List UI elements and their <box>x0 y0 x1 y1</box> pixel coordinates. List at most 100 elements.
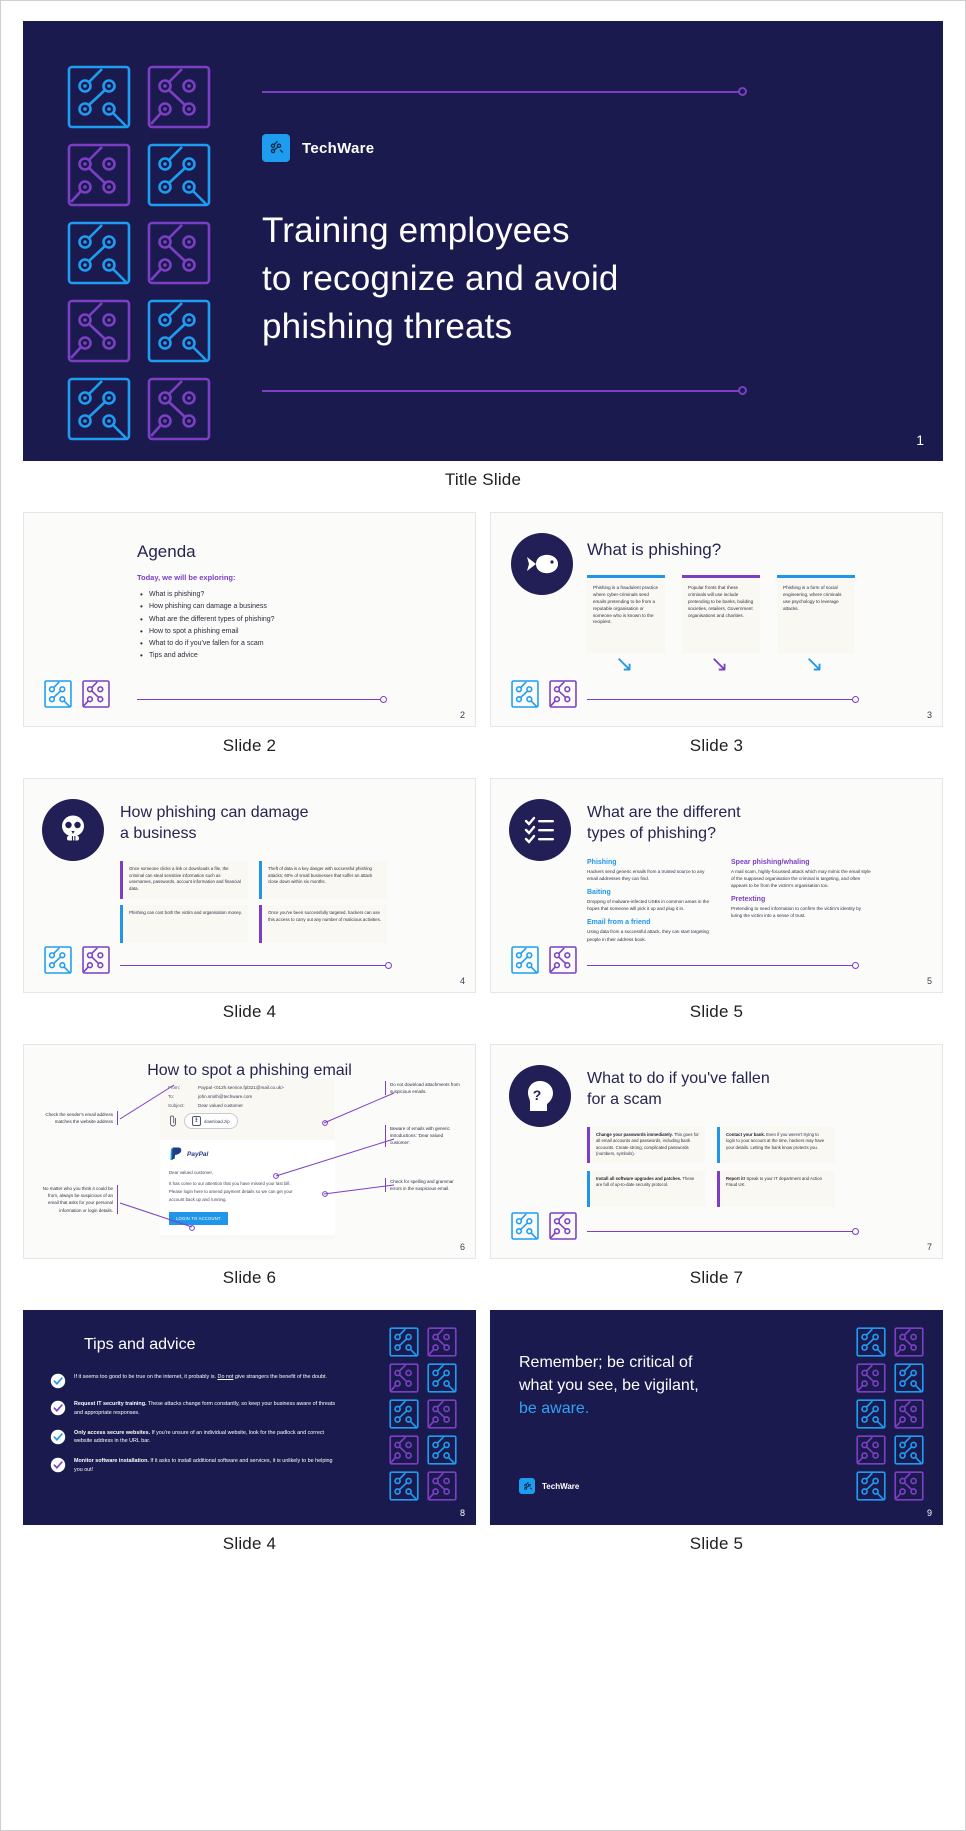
action-card: Install all software upgrades and patche… <box>587 1171 705 1207</box>
slide9-title: Remember; be critical of what you see, b… <box>519 1351 749 1421</box>
types-right-column: Spear phishing/whaling A mail scam, high… <box>731 859 871 927</box>
slide-6-column: How to spot a phishing email From: Paypa… <box>23 1044 476 1288</box>
list-item: How phishing can damage a business <box>137 600 447 614</box>
tip-text: Monitor software installation. If it ask… <box>74 1457 342 1475</box>
slide5-title: What are the different types of phishing… <box>587 803 907 845</box>
types-left-column: Phishing Hackers send generic emails fro… <box>587 859 715 950</box>
card-text: Phishing is a form of social engineering… <box>783 585 842 611</box>
info-card: Phishing is a fraudulent practice where … <box>587 575 665 653</box>
slide-4[interactable]: How phishing can damage a business Once … <box>23 778 476 993</box>
slide-caption: Slide 4 <box>222 1002 277 1021</box>
slide-6[interactable]: How to spot a phishing email From: Paypa… <box>23 1044 476 1259</box>
slide-caption: Slide 2 <box>222 736 277 755</box>
card-text: Change your passwords immediately. This … <box>596 1132 699 1158</box>
slide-number: 4 <box>459 976 465 986</box>
slide-number: 8 <box>459 1508 465 1518</box>
slide-caption: Slide 6 <box>222 1268 277 1287</box>
slide7-divider <box>587 1227 859 1235</box>
circuit-tile-icon <box>44 946 72 974</box>
slide-5[interactable]: What are the different types of phishing… <box>490 778 943 993</box>
list-item: Tips and advice <box>137 649 447 663</box>
tip-item: If it seems too good to be true on the i… <box>50 1373 342 1389</box>
slide2-divider <box>137 695 387 703</box>
slide-8[interactable]: Tips and advice If it seems too good to … <box>23 1310 476 1525</box>
title-line-2: a business <box>120 824 197 842</box>
card-text: Once someone clicks a link or downloads … <box>129 866 241 892</box>
circuit-tile-icon <box>856 1399 886 1429</box>
tip-text-part2: give strangers the benefit of the doubt. <box>233 1374 327 1380</box>
card-accent-bar <box>777 575 855 578</box>
slide-4-column: How phishing can damage a business Once … <box>23 778 476 1022</box>
title-line-1: What are the different <box>587 804 741 821</box>
slide-number: 2 <box>459 710 465 720</box>
circuit-tile-icon <box>147 65 211 129</box>
brand-lockup: TechWare <box>262 134 374 162</box>
slide-9[interactable]: Remember; be critical of what you see, b… <box>490 1310 943 1525</box>
circuit-tile-grid <box>854 1325 926 1503</box>
action-card: Report it! Speak to your IT department a… <box>717 1171 835 1207</box>
circuit-tile-icon <box>427 1399 457 1429</box>
type-heading: Pretexting <box>731 896 766 904</box>
circuit-tile-icon <box>856 1435 886 1465</box>
title-slide[interactable]: TechWare Training employees to recognize… <box>23 21 943 461</box>
closing-line-1: Remember; be critical of <box>519 1354 693 1371</box>
corner-logos <box>509 944 579 976</box>
circuit-tile-icon <box>147 143 211 207</box>
slide-7[interactable]: ? What to do if you've fallen for a scam… <box>490 1044 943 1259</box>
circuit-tile-icon <box>389 1363 419 1393</box>
circuit-tile-icon <box>427 1363 457 1393</box>
damage-card: Once you've been successfully targeted, … <box>259 905 387 943</box>
slide-3[interactable]: What is phishing? Phishing is a fraudule… <box>490 512 943 727</box>
title-line-2: for a scam <box>587 1090 662 1108</box>
slide-7-column: ? What to do if you've fallen for a scam… <box>490 1044 943 1288</box>
tip-bold: Only access secure websites. <box>74 1429 151 1436</box>
closing-line-2: what you see, be vigilant, <box>519 1377 699 1395</box>
svg-text:?: ? <box>533 1087 542 1103</box>
agenda-list: What is phishing? How phishing can damag… <box>137 588 447 664</box>
info-card: Phishing is a form of social engineering… <box>777 575 855 653</box>
corner-logos <box>42 678 112 710</box>
damage-card: Once someone clicks a link or downloads … <box>120 861 248 899</box>
title-line-3: phishing threats <box>262 306 513 346</box>
brand-name: TechWare <box>542 1481 580 1491</box>
slide-2[interactable]: Agenda Today, we will be exploring: What… <box>23 512 476 727</box>
slide-caption: Slide 4 <box>222 1534 277 1553</box>
card-bold: Install all software upgrades and patche… <box>596 1176 682 1181</box>
type-heading: Baiting <box>587 889 611 897</box>
slide-row-1: Agenda Today, we will be exploring: What… <box>23 512 943 756</box>
tip-text-part1: If it seems too good to be true on the i… <box>74 1374 218 1380</box>
arrow-down-right-icon: ↘ <box>615 651 634 676</box>
circuit-tile-icon <box>549 946 577 974</box>
card-text: Once you've been successfully targeted, … <box>268 910 381 922</box>
circuit-tile-icon <box>389 1471 419 1501</box>
checklist-icon <box>509 799 571 861</box>
circuit-tile-icon <box>389 1399 419 1429</box>
arrow-down-right-icon: ↘ <box>710 651 729 676</box>
question-head-icon: ? <box>509 1065 571 1127</box>
tip-text: Only access secure websites. If you're u… <box>74 1429 342 1447</box>
title-line-1: Training employees <box>262 211 570 250</box>
slide-row-2: How phishing can damage a business Once … <box>23 778 943 1022</box>
circuit-tile-icon <box>511 680 539 708</box>
circuit-tile-icon <box>389 1327 419 1357</box>
type-body: Pretending to need information to confir… <box>731 906 862 919</box>
circuit-tile-icon <box>894 1471 924 1501</box>
slide5-divider <box>587 961 859 969</box>
check-circle-icon <box>50 1429 66 1444</box>
card-accent-bar <box>717 1171 720 1207</box>
card-accent-bar <box>120 905 123 943</box>
corner-logos <box>509 678 579 710</box>
tip-item: Only access secure websites. If you're u… <box>50 1429 342 1447</box>
action-card: Contact your bank. Even if you weren't t… <box>717 1127 835 1163</box>
slide-row-3: How to spot a phishing email From: Paypa… <box>23 1044 943 1288</box>
list-item: How to spot a phishing email <box>137 625 447 639</box>
slide2-title: Agenda <box>137 542 196 561</box>
slide-number: 1 <box>916 432 924 448</box>
circuit-tile-grid <box>62 60 216 446</box>
slide-caption: Title Slide <box>444 470 522 489</box>
card-text: Popular fronts that these criminals will… <box>688 585 754 618</box>
card-bold: Report it! <box>726 1176 746 1181</box>
bottom-divider <box>262 386 747 395</box>
techware-logo-icon <box>519 1478 535 1494</box>
slide-caption: Slide 5 <box>689 1002 744 1021</box>
